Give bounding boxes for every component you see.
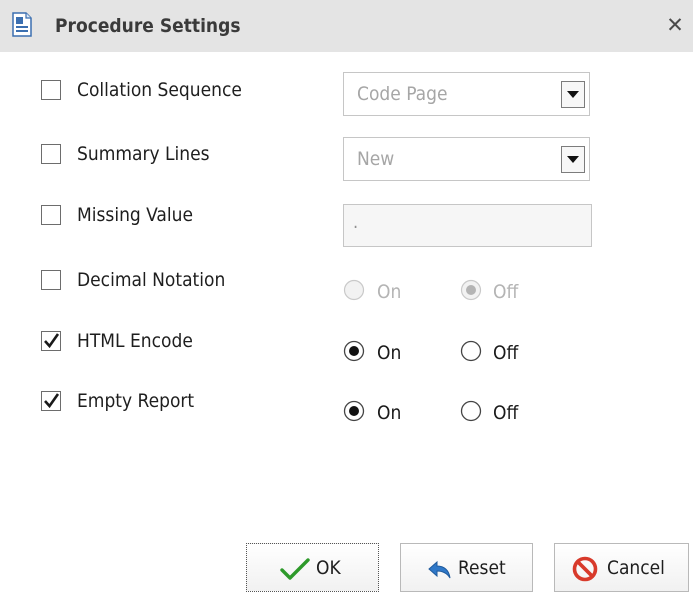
collation-sequence-dropdown[interactable]: Code Page bbox=[343, 72, 590, 116]
undo-arrow-icon bbox=[427, 559, 453, 585]
empty-report-off-radio[interactable] bbox=[460, 400, 482, 422]
procedure-settings-dialog: Procedure Settings ✕ Collation Sequence … bbox=[0, 0, 693, 595]
dialog-title: Procedure Settings bbox=[55, 15, 241, 37]
radio-label-off: Off bbox=[493, 402, 519, 424]
reset-button[interactable]: Reset bbox=[400, 543, 533, 592]
ok-label: OK bbox=[316, 557, 341, 579]
no-entry-icon bbox=[572, 556, 598, 586]
close-icon[interactable]: ✕ bbox=[664, 14, 686, 36]
empty-report-checkbox[interactable] bbox=[41, 391, 61, 411]
summary-lines-checkbox[interactable] bbox=[41, 144, 61, 164]
dropdown-value: New bbox=[357, 148, 395, 170]
html-encode-off-radio[interactable] bbox=[460, 340, 482, 362]
cancel-label: Cancel bbox=[607, 557, 665, 579]
setting-label: Collation Sequence bbox=[77, 79, 242, 101]
radio-label-on: On bbox=[377, 342, 402, 364]
dropdown-value: Code Page bbox=[357, 83, 448, 105]
checkmark-icon bbox=[44, 393, 60, 409]
collation-sequence-checkbox[interactable] bbox=[41, 80, 61, 100]
empty-report-on-radio[interactable] bbox=[343, 400, 365, 422]
decimal-notation-off-radio bbox=[460, 279, 482, 301]
checkmark-icon bbox=[44, 333, 60, 349]
setting-label: Decimal Notation bbox=[77, 269, 226, 291]
decimal-notation-on-radio bbox=[343, 279, 365, 301]
setting-label: HTML Encode bbox=[77, 330, 193, 352]
summary-lines-dropdown[interactable]: New bbox=[343, 137, 590, 181]
ok-button[interactable]: OK bbox=[246, 543, 379, 592]
radio-label-off: Off bbox=[493, 281, 519, 303]
html-encode-checkbox[interactable] bbox=[41, 331, 61, 351]
document-settings-icon bbox=[11, 12, 33, 37]
setting-label: Empty Report bbox=[77, 390, 195, 412]
missing-value-field: . bbox=[343, 204, 592, 247]
reset-label: Reset bbox=[458, 557, 506, 579]
title-bar: Procedure Settings ✕ bbox=[0, 0, 693, 52]
setting-label: Summary Lines bbox=[77, 143, 210, 165]
missing-value-text: . bbox=[353, 212, 359, 233]
radio-label-off: Off bbox=[493, 342, 519, 364]
cancel-button[interactable]: Cancel bbox=[554, 543, 689, 592]
html-encode-on-radio[interactable] bbox=[343, 340, 365, 362]
radio-label-on: On bbox=[377, 402, 402, 424]
chevron-down-icon[interactable] bbox=[561, 146, 585, 173]
setting-label: Missing Value bbox=[77, 204, 193, 226]
green-checkmark-icon bbox=[280, 558, 310, 584]
decimal-notation-checkbox[interactable] bbox=[41, 270, 61, 290]
radio-label-on: On bbox=[377, 281, 402, 303]
chevron-down-icon[interactable] bbox=[561, 81, 585, 108]
missing-value-checkbox[interactable] bbox=[41, 205, 61, 225]
